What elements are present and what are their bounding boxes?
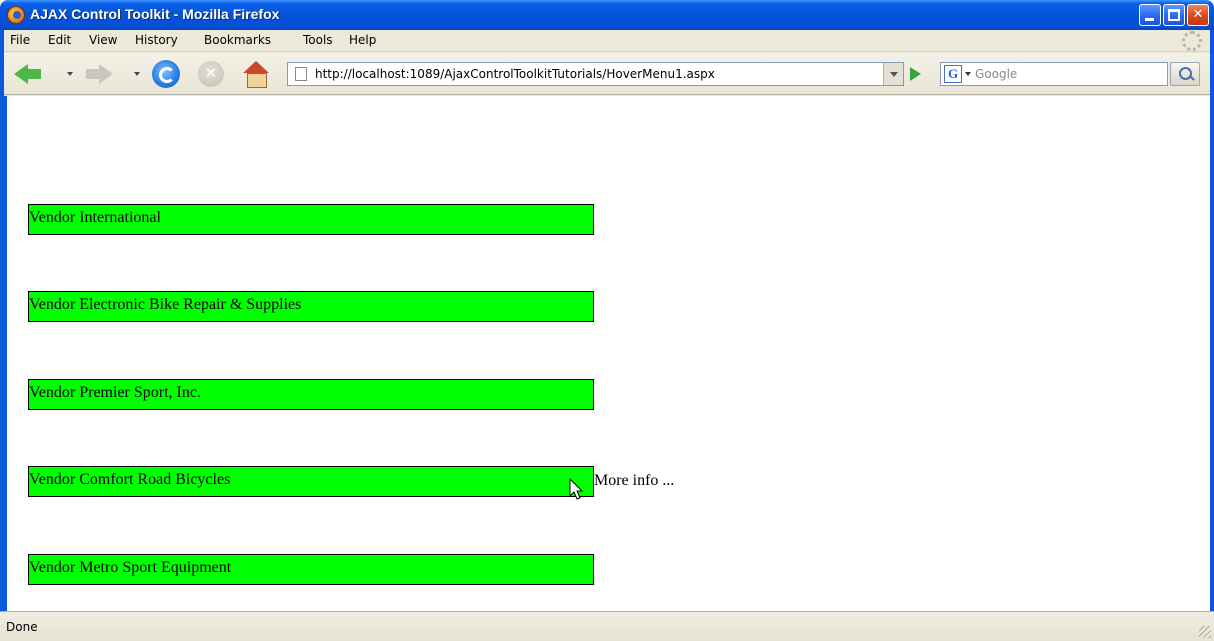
search-button[interactable]	[1170, 62, 1200, 86]
close-button[interactable]: ✕	[1187, 4, 1209, 26]
stop-button[interactable]: ✕	[198, 61, 224, 87]
status-text: Done	[6, 620, 38, 634]
title-bar[interactable]: AJAX Control Toolkit - Mozilla Firefox ✕	[0, 0, 1214, 30]
browser-window: AJAX Control Toolkit - Mozilla Firefox ✕…	[0, 0, 1214, 641]
minimize-icon	[1145, 18, 1154, 21]
navigation-toolbar: ✕ http://localhost:1089/AjaxControlToolk…	[4, 53, 1210, 95]
page-icon	[295, 67, 307, 81]
home-button[interactable]	[242, 60, 270, 88]
search-box[interactable]: G Google	[940, 62, 1168, 86]
minimize-button[interactable]	[1139, 4, 1161, 26]
page-content: Vendor International Vendor Electronic B…	[4, 96, 1210, 641]
hover-menu-more-info[interactable]: More info ...	[594, 472, 674, 490]
back-button[interactable]	[14, 60, 44, 88]
vendor-panel-3[interactable]: Vendor Premier Sport, Inc.	[28, 379, 594, 410]
search-engine-dropdown[interactable]	[965, 72, 971, 76]
forward-history-dropdown[interactable]	[134, 72, 140, 76]
vendor-panel-5[interactable]: Vendor Metro Sport Equipment	[28, 554, 594, 585]
browser-client: File Edit View History Bookmarks Tools H…	[4, 30, 1210, 641]
reload-button[interactable]	[152, 60, 180, 88]
menu-file[interactable]: File	[10, 33, 30, 47]
menu-view[interactable]: View	[89, 33, 117, 47]
back-history-dropdown[interactable]	[67, 72, 73, 76]
stop-icon: ✕	[204, 64, 218, 82]
maximize-icon	[1168, 9, 1180, 21]
window-title: AJAX Control Toolkit - Mozilla Firefox	[30, 6, 280, 22]
menu-tools[interactable]: Tools	[303, 33, 333, 47]
firefox-icon	[7, 6, 25, 24]
menu-edit[interactable]: Edit	[48, 33, 71, 47]
close-icon: ✕	[1192, 7, 1204, 22]
search-input[interactable]: Google	[975, 67, 1017, 81]
search-engine-icon[interactable]: G	[944, 65, 962, 83]
url-history-dropdown[interactable]	[883, 63, 903, 85]
vendor-panel-1[interactable]: Vendor International	[28, 204, 594, 235]
vendor-panel-2[interactable]: Vendor Electronic Bike Repair & Supplies	[28, 291, 594, 322]
status-bar: Done	[0, 611, 1214, 641]
throbber-icon	[1182, 31, 1202, 51]
menu-history[interactable]: History	[135, 33, 178, 47]
vendor-panel-4[interactable]: Vendor Comfort Road Bicycles	[28, 466, 594, 497]
url-input[interactable]: http://localhost:1089/AjaxControlToolkit…	[315, 67, 715, 81]
menu-help[interactable]: Help	[349, 33, 376, 47]
address-bar[interactable]: http://localhost:1089/AjaxControlToolkit…	[287, 62, 904, 86]
go-arrow-icon[interactable]	[910, 67, 921, 81]
resize-grip-icon[interactable]	[1199, 626, 1211, 638]
mouse-cursor-icon	[569, 478, 584, 500]
menu-bookmarks[interactable]: Bookmarks	[204, 33, 271, 47]
maximize-button[interactable]	[1163, 4, 1185, 26]
forward-button[interactable]	[86, 60, 116, 88]
menu-bar: File Edit View History Bookmarks Tools H…	[4, 30, 1210, 52]
